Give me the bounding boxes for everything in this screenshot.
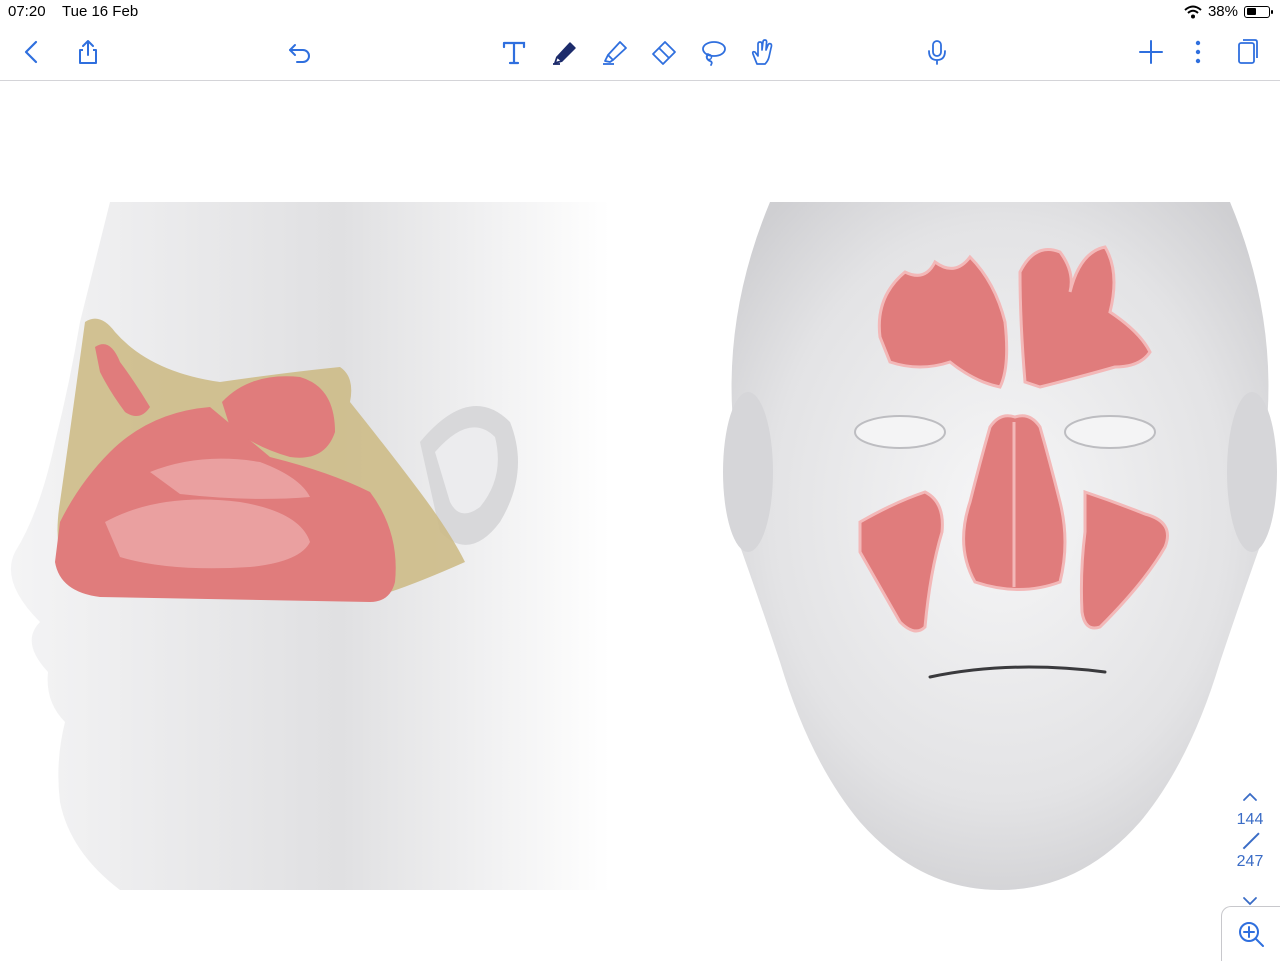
- status-time: 07:20: [8, 3, 46, 20]
- pages-icon: [1238, 39, 1258, 64]
- toolbar: [0, 24, 1280, 81]
- back-button[interactable]: [14, 34, 50, 70]
- add-icon: [1139, 40, 1163, 64]
- text-tool-icon: [502, 41, 526, 65]
- add-button[interactable]: [1133, 34, 1169, 70]
- status-date: Tue 16 Feb: [62, 3, 139, 20]
- zoom-in-icon: [1239, 922, 1264, 947]
- hand-gesture-icon: [751, 39, 773, 65]
- highlighter-tool-button[interactable]: [597, 34, 633, 70]
- back-chevron-icon: [24, 40, 38, 64]
- battery-percent: 38%: [1207, 3, 1238, 20]
- status-right: 38%: [1184, 3, 1273, 20]
- pen-tool-icon: [553, 42, 576, 65]
- microphone-icon: [928, 40, 946, 65]
- lasso-tool-button[interactable]: [695, 34, 731, 70]
- chevron-up-icon: [1243, 792, 1257, 801]
- share-icon: [79, 40, 97, 64]
- share-button[interactable]: [70, 34, 106, 70]
- page-separator: [1230, 830, 1270, 852]
- status-bar: 07:20 Tue 16 Feb 38%: [0, 0, 1280, 24]
- frontal-face-illustration: [720, 202, 1280, 890]
- total-page-number: 247: [1236, 853, 1264, 870]
- battery-icon: [1244, 5, 1273, 18]
- eraser-tool-button[interactable]: [646, 34, 682, 70]
- eraser-tool-icon: [652, 41, 676, 65]
- hand-tool-button[interactable]: [744, 34, 780, 70]
- page-up-button[interactable]: [1230, 786, 1270, 810]
- more-button[interactable]: [1180, 34, 1216, 70]
- lateral-face-illustration: [0, 202, 620, 890]
- more-vertical-icon: [1195, 40, 1201, 64]
- microphone-button[interactable]: [919, 34, 955, 70]
- text-tool-button[interactable]: [496, 34, 532, 70]
- undo-button[interactable]: [282, 34, 318, 70]
- undo-icon: [289, 44, 310, 63]
- pen-tool-button[interactable]: [547, 34, 583, 70]
- current-page-number: 144: [1236, 811, 1264, 828]
- zoom-button[interactable]: [1221, 906, 1280, 961]
- document-canvas[interactable]: 144 247: [0, 81, 1280, 960]
- wifi-icon: [1184, 5, 1202, 18]
- highlighter-tool-icon: [603, 41, 627, 65]
- lasso-tool-icon: [702, 41, 726, 66]
- pages-button[interactable]: [1228, 34, 1264, 70]
